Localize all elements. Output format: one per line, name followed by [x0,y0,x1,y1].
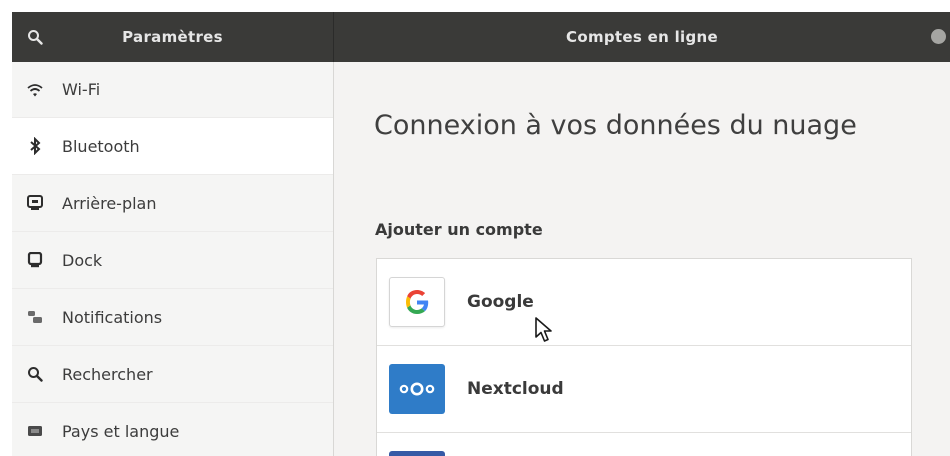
mouse-pointer-icon [535,317,552,342]
account-label: Nextcloud [467,379,564,399]
sidebar-item-label: Pays et langue [62,421,180,441]
sidebar-item-label: Rechercher [62,364,153,384]
sidebar: Wi-Fi Bluetooth Arrière-plan Dock Notifi… [12,62,334,456]
bluetooth-icon [26,137,44,155]
sidebar-item-label: Wi-Fi [62,80,101,99]
search-button[interactable] [12,12,58,62]
section-label: Ajouter un compte [375,220,543,239]
nextcloud-icon [389,364,445,414]
search-icon [26,365,44,383]
account-row-facebook[interactable] [377,433,911,456]
account-row-google[interactable]: Google [377,259,911,346]
sidebar-item-region[interactable]: Pays et langue [12,403,333,456]
region-icon [26,422,44,440]
sidebar-item-wifi[interactable]: Wi-Fi [12,62,333,118]
sidebar-item-label: Notifications [62,307,163,327]
account-label: Google [467,292,534,312]
facebook-icon [389,451,445,456]
main-panel: Connexion à vos données du nuage Ajouter… [334,62,950,456]
page-title: Connexion à vos données du nuage [374,110,857,141]
sidebar-item-notifications[interactable]: Notifications [12,289,333,346]
settings-window: Paramètres Comptes en ligne Wi-Fi Blueto… [12,12,950,456]
settings-title: Paramètres [122,28,223,46]
sidebar-item-label: Arrière-plan [62,193,157,213]
sidebar-item-label: Bluetooth [62,136,140,156]
wifi-icon [26,81,44,99]
close-icon[interactable] [931,29,946,44]
account-row-nextcloud[interactable]: Nextcloud [377,346,911,433]
dock-icon [26,251,44,269]
sidebar-item-background[interactable]: Arrière-plan [12,175,333,232]
search-icon [28,30,43,45]
sidebar-item-dock[interactable]: Dock [12,232,333,289]
sidebar-item-label: Dock [62,250,103,270]
panel-title: Comptes en ligne [566,28,718,46]
google-icon [389,277,445,327]
background-icon [26,194,44,212]
notifications-icon [26,308,44,326]
header-left: Paramètres [12,12,334,62]
header-bar: Paramètres Comptes en ligne [12,12,950,62]
sidebar-item-bluetooth[interactable]: Bluetooth [12,118,333,175]
accounts-list: Google Nextcloud [376,258,912,456]
sidebar-item-search[interactable]: Rechercher [12,346,333,403]
header-right: Comptes en ligne [334,12,950,62]
